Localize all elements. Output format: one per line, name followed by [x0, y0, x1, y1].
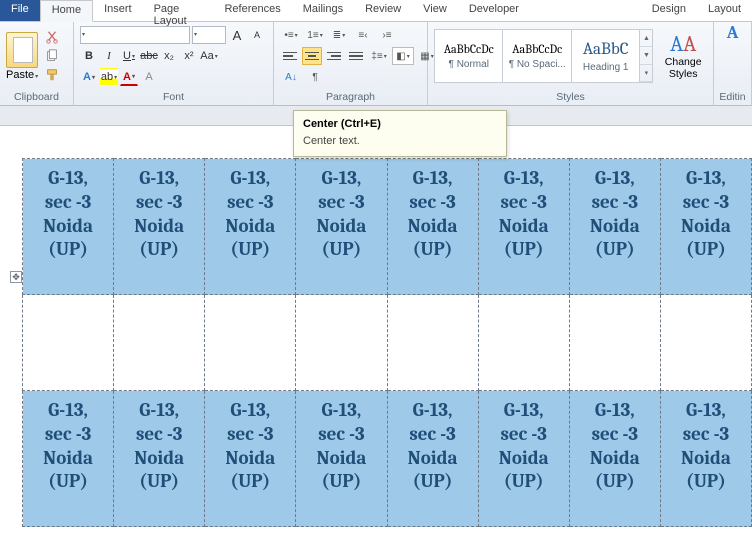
numbering-button[interactable]: 1≡ — [304, 26, 326, 44]
bullets-button[interactable]: •≡ — [280, 26, 302, 44]
change-styles-icon: AA — [670, 31, 696, 57]
tooltip-center: Center (Ctrl+E) Center text. — [293, 110, 507, 157]
group-font-label: Font — [74, 90, 273, 105]
label-cell[interactable] — [387, 295, 478, 391]
superscript-button[interactable]: x² — [180, 47, 198, 65]
label-cell[interactable] — [23, 295, 114, 391]
label-cell[interactable] — [660, 295, 751, 391]
styles-gallery-nav[interactable]: ▲▼▾ — [639, 29, 653, 83]
sort-button[interactable]: A↓ — [280, 68, 302, 86]
strikethrough-button[interactable]: abc — [140, 47, 158, 65]
paste-button[interactable] — [6, 32, 38, 68]
tab-layout[interactable]: Layout — [697, 0, 752, 21]
decrease-indent-button[interactable]: ≡‹ — [352, 26, 374, 44]
highlight-button[interactable]: ab — [100, 68, 118, 86]
group-paragraph-label: Paragraph — [274, 90, 427, 105]
label-cell[interactable]: G-13,sec -3Noida(UP) — [478, 391, 569, 527]
align-left-button[interactable] — [280, 47, 300, 65]
shading-button[interactable]: ◧ — [392, 47, 414, 65]
format-painter-icon[interactable] — [44, 67, 60, 83]
group-styles-label: Styles — [428, 90, 713, 105]
text-effects-button[interactable]: A — [80, 68, 98, 86]
tooltip-title: Center (Ctrl+E) — [303, 118, 497, 130]
line-spacing-button[interactable]: ‡≡ — [368, 47, 390, 65]
tab-review[interactable]: Review — [354, 0, 412, 21]
document-area: ✥ G-13,sec -3Noida(UP)G-13,sec -3Noida(U… — [0, 126, 752, 542]
style-heading1[interactable]: AaBbC Heading 1 — [571, 29, 640, 83]
find-icon[interactable]: A — [725, 24, 741, 40]
shrink-font-button[interactable]: A — [248, 26, 266, 44]
align-right-button[interactable] — [324, 47, 344, 65]
label-cell[interactable]: G-13,sec -3Noida(UP) — [205, 391, 296, 527]
underline-button[interactable]: U — [120, 47, 138, 65]
label-cell[interactable]: G-13,sec -3Noida(UP) — [205, 159, 296, 295]
italic-button[interactable]: I — [100, 47, 118, 65]
label-cell[interactable]: G-13,sec -3Noida(UP) — [569, 391, 660, 527]
label-cell[interactable]: G-13,sec -3Noida(UP) — [296, 159, 387, 295]
group-clipboard-label: Clipboard — [0, 90, 73, 105]
increase-indent-button[interactable]: ›≡ — [376, 26, 398, 44]
subscript-button[interactable]: x₂ — [160, 47, 178, 65]
change-case-button[interactable]: Aa — [200, 47, 218, 65]
justify-button[interactable] — [346, 47, 366, 65]
label-cell[interactable] — [114, 295, 205, 391]
ribbon-tabs: File Home Insert Page Layout References … — [0, 0, 752, 22]
align-center-button[interactable] — [302, 47, 322, 65]
copy-icon[interactable] — [44, 48, 60, 64]
style-no-spacing[interactable]: AaBbCcDc ¶ No Spaci... — [502, 29, 571, 83]
tab-references[interactable]: References — [213, 0, 291, 21]
label-cell[interactable]: G-13,sec -3Noida(UP) — [660, 391, 751, 527]
change-styles-button[interactable]: AA Change Styles — [659, 28, 707, 84]
tab-developer[interactable]: Developer — [458, 0, 530, 21]
label-cell[interactable]: G-13,sec -3Noida(UP) — [478, 159, 569, 295]
tooltip-body: Center text. — [303, 135, 497, 147]
tab-file[interactable]: File — [0, 0, 40, 21]
label-cell[interactable]: G-13,sec -3Noida(UP) — [296, 391, 387, 527]
tab-mailings[interactable]: Mailings — [292, 0, 354, 21]
tab-insert[interactable]: Insert — [93, 0, 143, 21]
label-cell[interactable]: G-13,sec -3Noida(UP) — [387, 391, 478, 527]
tab-design[interactable]: Design — [641, 0, 697, 21]
group-editing-label: Editin — [714, 90, 751, 105]
ribbon: Paste Clipboard A A B I — [0, 22, 752, 106]
show-hide-button[interactable]: ¶ — [304, 68, 326, 86]
label-cell[interactable] — [296, 295, 387, 391]
label-cell[interactable]: G-13,sec -3Noida(UP) — [660, 159, 751, 295]
cut-icon[interactable] — [44, 29, 60, 45]
font-size-select[interactable] — [192, 26, 226, 44]
label-cell[interactable]: G-13,sec -3Noida(UP) — [114, 391, 205, 527]
label-cell[interactable]: G-13,sec -3Noida(UP) — [114, 159, 205, 295]
label-cell[interactable] — [569, 295, 660, 391]
label-cell[interactable] — [478, 295, 569, 391]
label-cell[interactable] — [205, 295, 296, 391]
label-cell[interactable]: G-13,sec -3Noida(UP) — [387, 159, 478, 295]
bold-button[interactable]: B — [80, 47, 98, 65]
label-cell[interactable]: G-13,sec -3Noida(UP) — [23, 159, 114, 295]
paste-label[interactable]: Paste — [6, 69, 38, 81]
grow-font-button[interactable]: A — [228, 26, 246, 44]
label-cell[interactable]: G-13,sec -3Noida(UP) — [569, 159, 660, 295]
tab-home[interactable]: Home — [40, 0, 93, 22]
clear-formatting-button[interactable]: A — [140, 68, 158, 86]
labels-table[interactable]: G-13,sec -3Noida(UP)G-13,sec -3Noida(UP)… — [22, 158, 752, 527]
table-move-handle[interactable]: ✥ — [10, 271, 22, 283]
style-normal[interactable]: AaBbCcDc ¶ Normal — [434, 29, 503, 83]
font-color-button[interactable]: A — [120, 68, 138, 86]
multilevel-button[interactable]: ≣ — [328, 26, 350, 44]
font-family-select[interactable] — [80, 26, 190, 44]
tab-view[interactable]: View — [412, 0, 458, 21]
label-cell[interactable]: G-13,sec -3Noida(UP) — [23, 391, 114, 527]
tab-page-layout[interactable]: Page Layout — [143, 0, 214, 21]
